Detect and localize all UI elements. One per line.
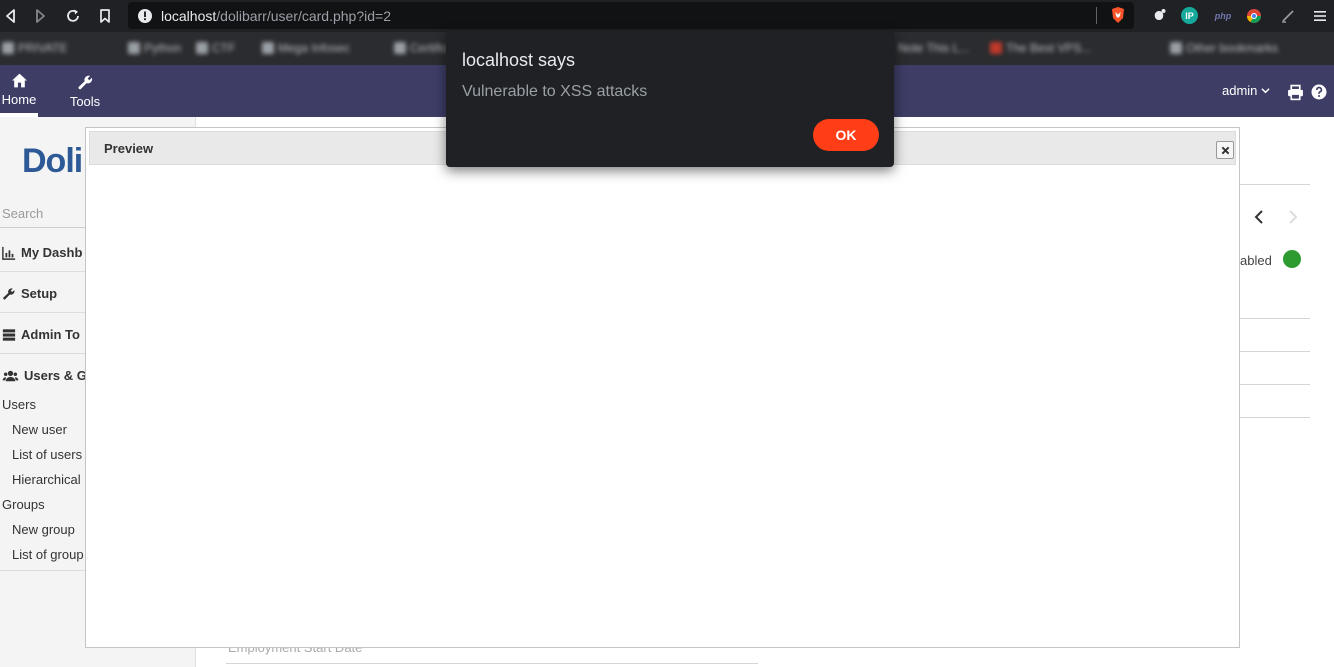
browser-menu-icon[interactable] (1311, 7, 1328, 24)
top-menu-tools[interactable]: Tools (66, 65, 104, 117)
top-menu-tools-label: Tools (69, 93, 101, 109)
bookmark-item[interactable]: Mega Infosec (262, 39, 350, 57)
field-divider (1240, 318, 1310, 319)
field-divider (226, 663, 758, 664)
close-icon (1221, 146, 1229, 154)
other-bookmarks[interactable]: Other bookmarks (1170, 39, 1278, 57)
next-record-icon[interactable] (1288, 210, 1298, 227)
address-bar[interactable]: localhost/dolibarr/user/card.php?id=2 (128, 2, 1134, 29)
sidebar-search-input[interactable]: Search (2, 206, 43, 221)
sidebar-item-hierarchical[interactable]: Hierarchical (12, 472, 81, 487)
wrench-icon (77, 75, 92, 89)
gnome-extension-icon[interactable] (1150, 7, 1167, 24)
chart-icon (2, 246, 16, 260)
bookmark-item[interactable]: Note This L... (898, 39, 969, 57)
bookmark-item[interactable]: Python (128, 39, 181, 57)
top-menu-home-label: Home (1, 91, 37, 107)
preview-dialog-title: Preview (104, 141, 154, 156)
status-enabled-dot (1283, 250, 1301, 268)
site-info-icon[interactable] (137, 8, 153, 24)
url-separator (1096, 7, 1097, 24)
chevron-down-icon (1261, 88, 1271, 94)
brave-shield-icon[interactable] (1110, 6, 1126, 24)
bookmark-button[interactable] (94, 5, 116, 27)
sidebar-item-new-group[interactable]: New group (12, 522, 75, 537)
status-label: abled (1240, 253, 1272, 268)
php-extension-icon[interactable]: php (1212, 7, 1234, 24)
alert-message: Vulnerable to XSS attacks (462, 83, 648, 100)
sidebar-item-admin-tools[interactable]: Admin To (2, 327, 80, 342)
print-icon[interactable] (1287, 84, 1304, 104)
chrome-extension-icon[interactable] (1245, 7, 1262, 24)
ip-extension-icon[interactable]: IP (1181, 7, 1198, 24)
sidebar-item-users[interactable]: Users (2, 397, 36, 412)
bookmark-item[interactable]: PRIVATE (2, 39, 68, 57)
alert-title: localhost says (462, 50, 576, 70)
previous-record-icon[interactable] (1254, 210, 1264, 227)
user-menu[interactable]: admin (1222, 83, 1271, 98)
sidebar-item-list-groups[interactable]: List of group (12, 547, 84, 562)
home-icon (11, 73, 27, 87)
sidebar-item-dashboard[interactable]: My Dashb (2, 245, 82, 260)
close-button[interactable] (1216, 141, 1234, 159)
preview-dialog: Preview (85, 127, 1240, 648)
reload-button[interactable] (62, 5, 84, 27)
sidebar-item-new-user[interactable]: New user (12, 422, 67, 437)
header-divider (1240, 184, 1310, 185)
pen-extension-icon[interactable] (1279, 7, 1296, 24)
sidebar-item-list-users[interactable]: List of users (12, 447, 82, 462)
field-divider (1240, 417, 1310, 418)
help-icon[interactable] (1311, 84, 1327, 103)
ok-button[interactable]: OK (813, 119, 879, 151)
back-button[interactable] (0, 5, 22, 27)
url-text: localhost/dolibarr/user/card.php?id=2 (161, 7, 391, 24)
top-menu-home[interactable]: Home (0, 65, 38, 117)
company-logo: Doli (22, 142, 83, 180)
javascript-alert-dialog: localhost says Vulnerable to XSS attacks… (446, 31, 894, 167)
user-name: admin (1222, 83, 1258, 98)
server-icon (2, 328, 16, 341)
sidebar-item-setup[interactable]: Setup (2, 286, 57, 301)
field-divider (1240, 351, 1310, 352)
users-icon (2, 370, 19, 381)
bookmark-item[interactable]: CTF (196, 39, 235, 57)
field-divider (1240, 384, 1310, 385)
sidebar-item-groups[interactable]: Groups (2, 497, 45, 512)
bookmark-item[interactable]: The Best VPS... (990, 39, 1091, 57)
wrench-icon (3, 287, 15, 300)
sidebar-item-users-groups[interactable]: Users & G (2, 368, 87, 383)
browser-toolbar: localhost/dolibarr/user/card.php?id=2 IP… (0, 0, 1334, 32)
forward-button[interactable] (29, 5, 51, 27)
